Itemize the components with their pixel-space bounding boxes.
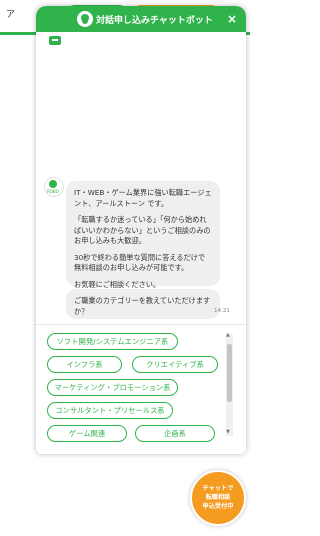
scroll-up-icon[interactable]: ▲ bbox=[226, 332, 230, 338]
scroll-down-icon[interactable]: ▼ bbox=[226, 429, 230, 435]
message-paragraph: ご職業のカテゴリーを教えていただけますか？ bbox=[74, 296, 211, 316]
message-timestamp: 14:21 bbox=[214, 308, 230, 314]
bot-message-question: ご職業のカテゴリーを教えていただけますか？ bbox=[66, 289, 220, 319]
options-scrollbar-thumb[interactable] bbox=[227, 344, 232, 402]
option-software-dev[interactable]: ソフト開発/システムエンジニア系 bbox=[47, 333, 178, 350]
chatbot-header: 対話申し込みチャットボット × bbox=[36, 6, 246, 32]
bot-message-intro: IT・WEB・ゲーム業界に強い転職エージェント、アールストーン です。 「転職す… bbox=[66, 181, 220, 289]
option-consultant[interactable]: コンサルタント・プリセールス系 bbox=[47, 402, 173, 419]
option-marketing[interactable]: マーケティング・プロモーション系 bbox=[47, 379, 178, 396]
option-game[interactable]: ゲーム関連 bbox=[47, 425, 127, 442]
option-infrastructure[interactable]: インフラ系 bbox=[47, 356, 122, 373]
message-paragraph: 30秒で終わる簡単な質問に答えるだけで無料相談のお申し込みが可能です。 bbox=[74, 252, 206, 273]
badge-line-3: 申込受付中 bbox=[202, 503, 234, 510]
chatbot-window: 対話申し込みチャットボット × ROBO IT・WEB・ゲーム業界に強い転職エー… bbox=[36, 6, 246, 454]
chatbot-logo-icon bbox=[77, 11, 93, 27]
bot-avatar-label: ROBO bbox=[47, 189, 59, 194]
badge-line-1: チャットで bbox=[202, 485, 234, 492]
page-header-text: ア bbox=[6, 10, 16, 20]
badge-line-2: 転職相談 bbox=[205, 494, 231, 501]
bot-avatar: ROBO bbox=[44, 177, 64, 197]
options-divider bbox=[36, 324, 246, 325]
start-indicator-icon bbox=[49, 36, 61, 45]
chatbot-title: 対話申し込みチャットボット bbox=[96, 16, 213, 26]
message-paragraph: 「転職するか迷っている」「何から始めればいいかわからない」というご相談のみのお申… bbox=[74, 215, 211, 245]
option-creative[interactable]: クリエイティブ系 bbox=[132, 356, 218, 373]
option-planning[interactable]: 企画系 bbox=[135, 425, 215, 442]
close-button[interactable]: × bbox=[227, 11, 237, 27]
chat-consultation-badge[interactable]: チャットで 転職相談 申込受付中 bbox=[190, 470, 246, 526]
message-paragraph: IT・WEB・ゲーム業界に強い転職エージェント、アールストーン です。 bbox=[74, 188, 212, 208]
